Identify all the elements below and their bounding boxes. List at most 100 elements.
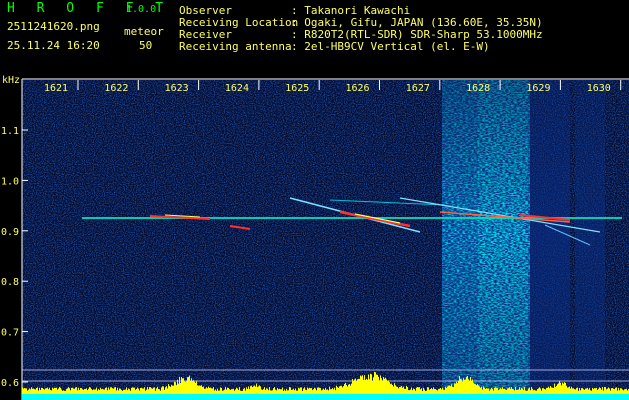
audio-bar [570, 388, 571, 394]
audio-bar [627, 390, 628, 394]
audio-bar [378, 376, 379, 394]
audio-bar [42, 387, 43, 394]
audio-bar [458, 380, 459, 394]
audio-bar [486, 388, 487, 394]
audio-bar [294, 390, 295, 394]
audio-bar [503, 388, 504, 394]
audio-bar [45, 388, 46, 394]
audio-bar [295, 388, 296, 394]
audio-bar [75, 387, 76, 394]
audio-bar [348, 384, 349, 394]
audio-bar [39, 387, 40, 394]
audio-bar [137, 387, 138, 394]
audio-bar [438, 389, 439, 394]
audio-bar [157, 386, 158, 394]
audio-bar [369, 379, 370, 394]
audio-bar [315, 388, 316, 394]
audio-bar [544, 389, 545, 394]
audio-bar [577, 387, 578, 394]
audio-bar [209, 387, 210, 394]
audio-bar [192, 381, 193, 394]
audio-bar [207, 388, 208, 394]
audio-bar [322, 389, 323, 394]
audio-bar [489, 390, 490, 394]
audio-bar [214, 390, 215, 394]
audio-bar [376, 374, 377, 394]
audio-bar [127, 390, 128, 394]
audio-bar [27, 390, 28, 394]
audio-bar [61, 389, 62, 394]
time-tick-label: 1629 [526, 83, 550, 94]
audio-bar [200, 385, 201, 394]
audio-bar [70, 390, 71, 394]
audio-bar [307, 387, 308, 394]
audio-bar [414, 389, 415, 394]
audio-bar [574, 389, 575, 394]
audio-bar [24, 388, 25, 394]
audio-bar [55, 387, 56, 394]
audio-bar [363, 379, 364, 394]
audio-bar [428, 387, 429, 394]
audio-bar [212, 388, 213, 394]
audio-bar [132, 387, 133, 394]
audio-bar [607, 388, 608, 394]
time-tick-label: 1625 [285, 83, 309, 94]
audio-bar [531, 387, 532, 394]
audio-bar [83, 389, 84, 394]
audio-bar [449, 385, 450, 394]
audio-bar [65, 390, 66, 394]
audio-bar [585, 388, 586, 394]
audio-bar [49, 387, 50, 394]
audio-bar [66, 389, 67, 394]
audio-bar [356, 381, 357, 394]
audio-bar [534, 389, 535, 394]
audio-bar [144, 387, 145, 394]
audio-bar [616, 387, 617, 394]
audio-bar [267, 388, 268, 394]
freq-tick-label: 0.9 [1, 227, 19, 238]
audio-bar [257, 387, 258, 394]
audio-bar [281, 389, 282, 394]
audio-bar [361, 376, 362, 394]
audio-bar [146, 389, 147, 394]
audio-bar [161, 387, 162, 394]
interference-band [442, 80, 605, 390]
audio-bar [483, 386, 484, 394]
audio-bar [555, 387, 556, 394]
audio-bar [462, 381, 463, 394]
audio-bar [357, 379, 358, 394]
audio-bar [420, 389, 421, 394]
audio-bar [178, 383, 179, 394]
audio-bar [474, 383, 475, 394]
audio-bar [219, 390, 220, 394]
audio-bar [254, 385, 255, 394]
audio-bar [391, 383, 392, 394]
audio-bar [58, 388, 59, 394]
audio-bar [140, 387, 141, 394]
audio-bar [401, 385, 402, 394]
audio-bar [173, 385, 174, 394]
audio-bar [261, 389, 262, 394]
audio-bar [80, 387, 81, 394]
audio-bar [536, 390, 537, 394]
audio-bar [314, 387, 315, 394]
audio-bar [183, 378, 184, 394]
audio-bar [330, 389, 331, 394]
audio-bar [509, 387, 510, 394]
audio-bar [74, 388, 75, 394]
audio-bar [232, 389, 233, 394]
audio-bar [280, 389, 281, 394]
audio-bar [305, 389, 306, 394]
audio-bar [114, 387, 115, 394]
audio-bar [621, 388, 622, 394]
freq-tick-label: 0.6 [1, 378, 19, 389]
audio-bar [542, 388, 543, 394]
audio-bar [153, 387, 154, 394]
audio-bar [64, 390, 65, 394]
audio-bar [193, 380, 194, 394]
audio-bar [113, 388, 114, 394]
audio-bar [364, 375, 365, 394]
audio-bar [581, 388, 582, 394]
audio-bar [372, 380, 373, 394]
audio-bar [84, 388, 85, 394]
